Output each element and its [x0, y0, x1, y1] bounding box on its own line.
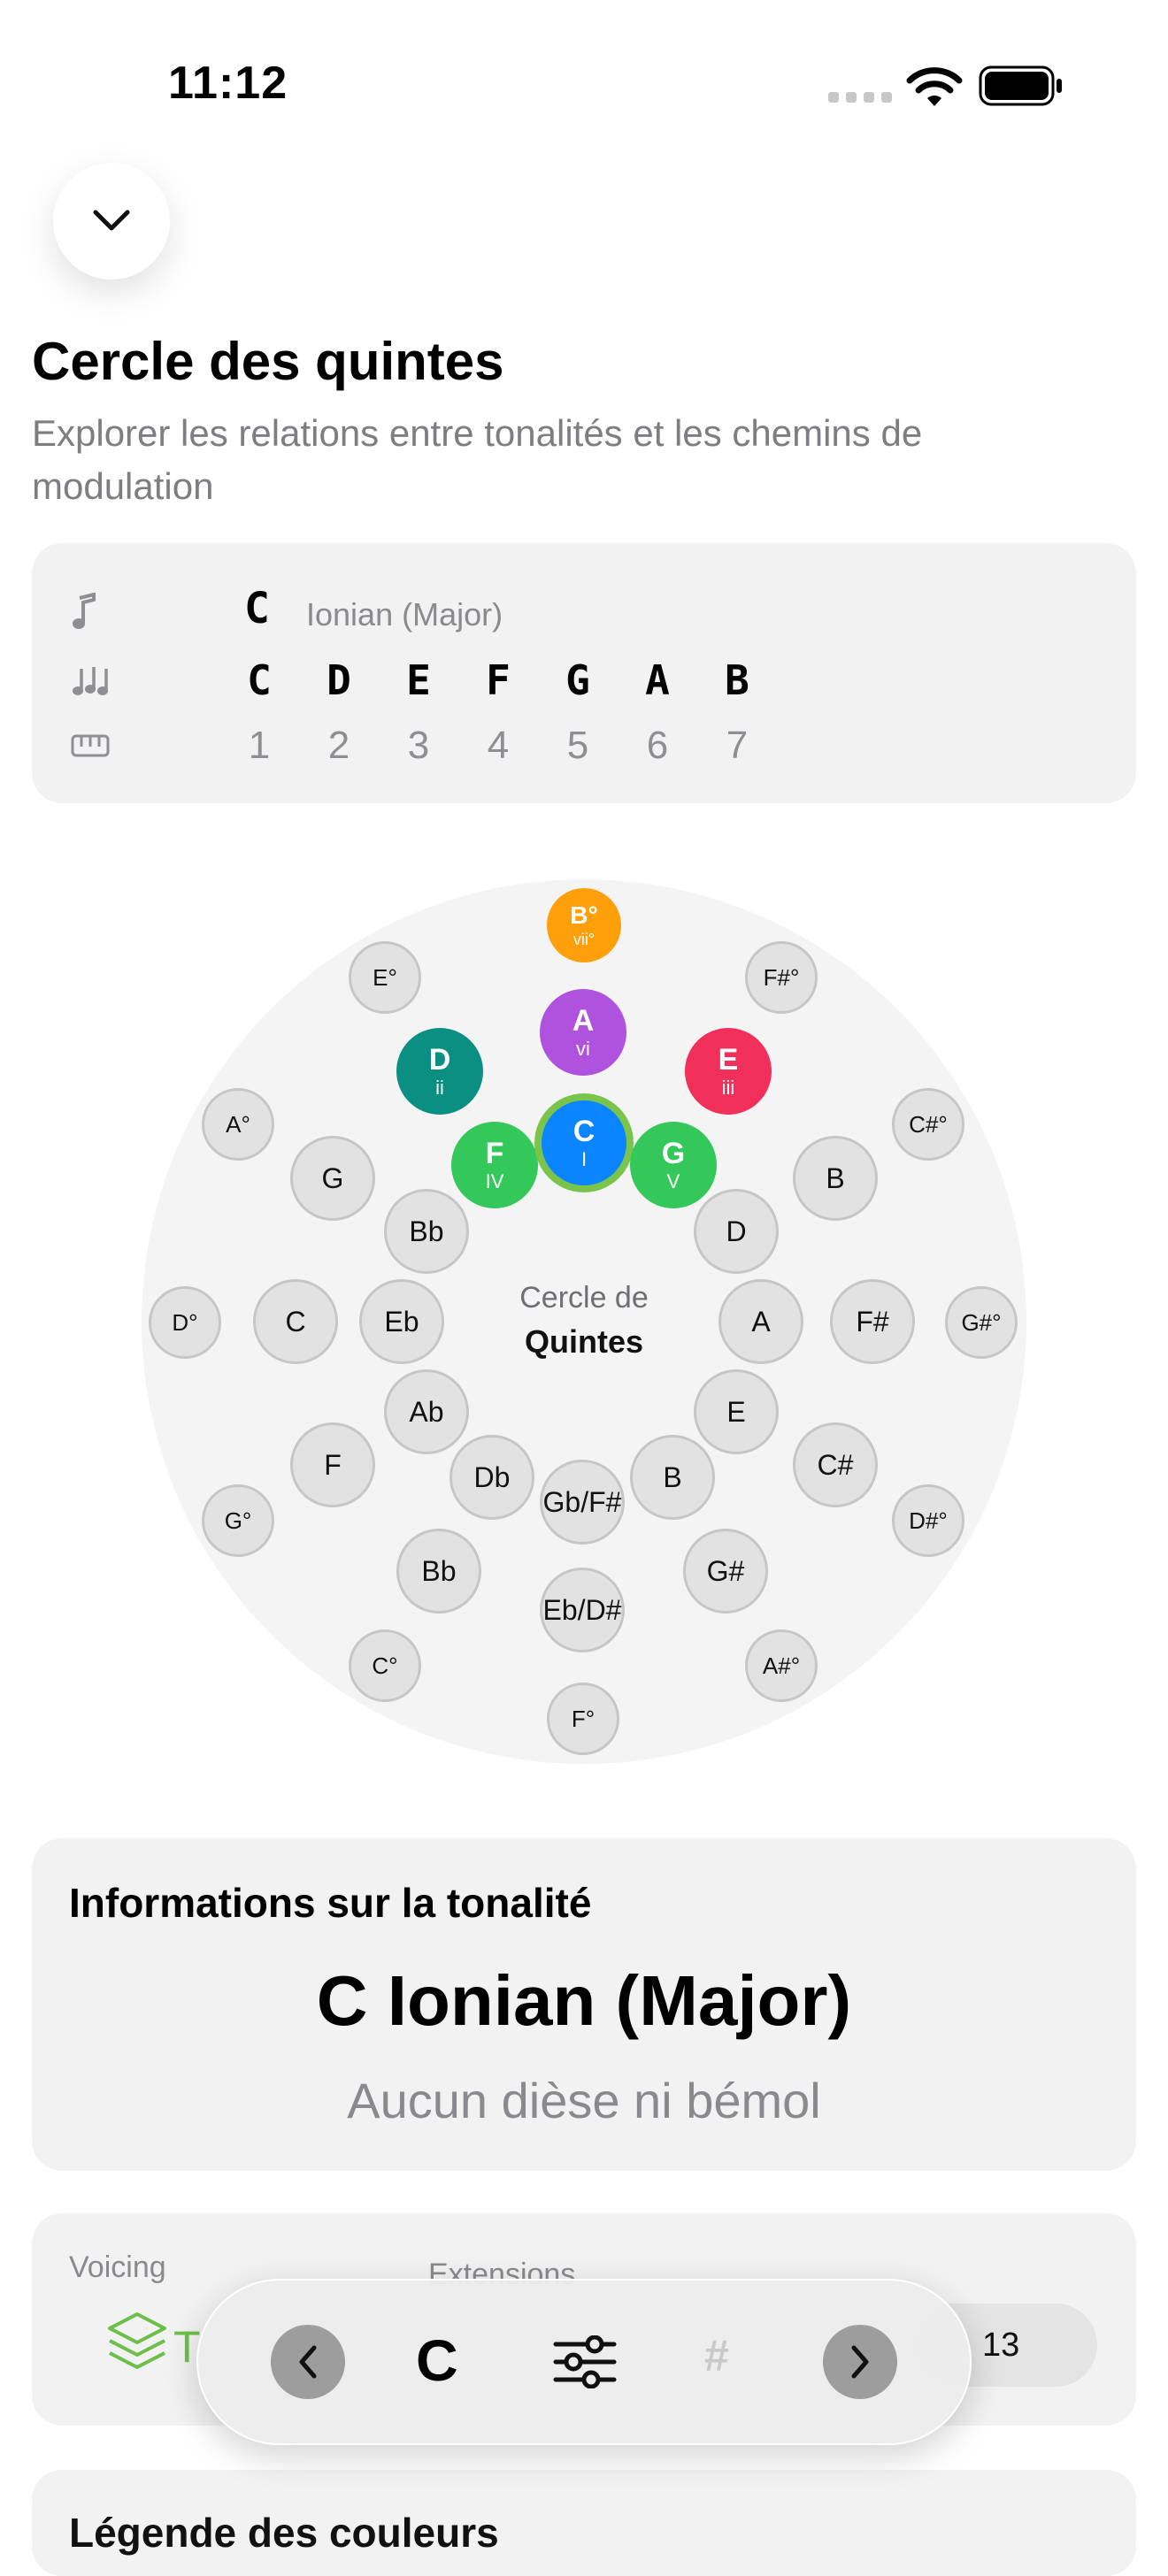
- key-iv[interactable]: F IV: [451, 1122, 538, 1208]
- key-button[interactable]: Eb: [359, 1279, 444, 1364]
- current-key-button[interactable]: C: [416, 2327, 458, 2394]
- music-note-icon: [73, 593, 96, 629]
- page-subtitle: Explorer les relations entre tonalités e…: [32, 412, 923, 507]
- key-button[interactable]: F: [290, 1422, 375, 1507]
- key-button[interactable]: D: [694, 1189, 779, 1274]
- scale-mode: Ionian (Major): [306, 596, 503, 632]
- key-note: E: [718, 1043, 739, 1077]
- key-roman: vi: [576, 1038, 590, 1060]
- page-title: Cercle des quintes: [32, 332, 504, 391]
- key-button[interactable]: B: [630, 1435, 715, 1520]
- voicing-label: Voicing: [69, 2250, 166, 2284]
- key-note: D: [428, 1043, 451, 1077]
- key-v[interactable]: G V: [630, 1122, 717, 1208]
- scale-degree: 5: [566, 724, 589, 767]
- key-note: F: [485, 1137, 504, 1170]
- status-time: 11:12: [168, 58, 288, 109]
- key-button[interactable]: Eb/D#: [540, 1568, 625, 1652]
- scale-degree: 6: [646, 724, 669, 767]
- scale-note: C: [247, 656, 272, 704]
- key-vii-diminished[interactable]: B° vii°: [547, 888, 621, 962]
- scale-degree: 2: [327, 724, 350, 767]
- scale-root: C: [244, 584, 270, 633]
- key-button-diminished[interactable]: G°: [202, 1484, 274, 1557]
- next-key-button[interactable]: [823, 2325, 897, 2399]
- scale-degree: 4: [487, 724, 510, 767]
- circle-center-label: Cercle de: [519, 1281, 649, 1315]
- accidental-toggle-button[interactable]: #: [704, 2330, 729, 2381]
- chevron-down-icon: [93, 210, 130, 231]
- key-button[interactable]: G#: [683, 1529, 768, 1614]
- scale-note: G: [565, 656, 590, 704]
- key-roman: ii: [435, 1077, 444, 1099]
- key-button-diminished[interactable]: G#°: [945, 1286, 1018, 1359]
- scale-degree: 3: [407, 724, 430, 767]
- info-key-name: C Ionian (Major): [316, 1961, 852, 2040]
- key-button-diminished[interactable]: A#°: [745, 1629, 818, 1702]
- info-accidentals: Aucun dièse ni bémol: [347, 2073, 821, 2128]
- scale-note: D: [327, 656, 351, 704]
- key-button[interactable]: E: [694, 1369, 779, 1454]
- circle-center-title: Quintes: [524, 1323, 643, 1360]
- layers-icon: [108, 2312, 166, 2369]
- key-note: A: [572, 1004, 595, 1038]
- key-button-diminished[interactable]: A°: [202, 1088, 274, 1161]
- key-button[interactable]: A: [718, 1279, 803, 1364]
- key-note: B°: [570, 901, 598, 929]
- extension-value: 13: [982, 2327, 1020, 2364]
- key-button-diminished[interactable]: D#°: [892, 1484, 964, 1557]
- key-button-diminished[interactable]: C°: [349, 1629, 421, 1702]
- key-button-diminished[interactable]: F°: [547, 1683, 619, 1755]
- key-note: C: [572, 1115, 596, 1148]
- previous-key-button[interactable]: [271, 2325, 345, 2399]
- sliders-icon[interactable]: [552, 2335, 618, 2388]
- key-button[interactable]: Bb: [396, 1529, 481, 1614]
- scale-note: A: [645, 656, 670, 704]
- key-button-diminished[interactable]: D°: [149, 1286, 221, 1359]
- key-button[interactable]: C: [253, 1279, 338, 1364]
- scale-degree: 1: [248, 724, 271, 767]
- scale-degree: 7: [726, 724, 749, 767]
- key-roman: iii: [721, 1077, 735, 1099]
- legend-title: Légende des couleurs: [69, 2510, 499, 2556]
- key-button[interactable]: B: [793, 1136, 878, 1221]
- key-button[interactable]: F#: [830, 1279, 915, 1364]
- key-note: G: [661, 1137, 686, 1170]
- chevron-left-icon: [299, 2345, 317, 2379]
- key-roman: vii°: [572, 931, 596, 948]
- key-ii[interactable]: D ii: [396, 1028, 483, 1115]
- battery-icon: [979, 65, 1062, 106]
- key-roman: IV: [485, 1170, 504, 1192]
- key-button[interactable]: Gb/F#: [540, 1460, 625, 1545]
- dismiss-button[interactable]: [53, 163, 170, 280]
- key-vi[interactable]: A vi: [540, 989, 626, 1076]
- key-button-diminished[interactable]: F#°: [745, 941, 818, 1014]
- key-button-diminished[interactable]: E°: [349, 941, 421, 1014]
- info-card-title: Informations sur la tonalité: [69, 1880, 592, 1926]
- key-button[interactable]: Db: [450, 1435, 534, 1520]
- key-button-diminished[interactable]: C#°: [892, 1088, 964, 1161]
- chevron-right-icon: [851, 2345, 869, 2379]
- key-iii[interactable]: E iii: [685, 1028, 772, 1115]
- scale-note: F: [486, 656, 511, 704]
- key-button[interactable]: Bb: [384, 1189, 469, 1274]
- wifi-icon: [906, 67, 963, 106]
- cellular-signal-icon: [828, 92, 892, 103]
- key-roman: V: [666, 1170, 680, 1192]
- piano-keyboard-icon: [71, 734, 110, 757]
- music-notes-icon: [73, 667, 108, 695]
- key-button[interactable]: Ab: [384, 1369, 469, 1454]
- key-button[interactable]: G: [290, 1136, 375, 1221]
- key-i-selected[interactable]: C I: [542, 1100, 626, 1185]
- key-roman: I: [580, 1148, 588, 1170]
- key-button[interactable]: C#: [793, 1422, 878, 1507]
- scale-note: B: [725, 656, 749, 704]
- scale-note: E: [406, 656, 431, 704]
